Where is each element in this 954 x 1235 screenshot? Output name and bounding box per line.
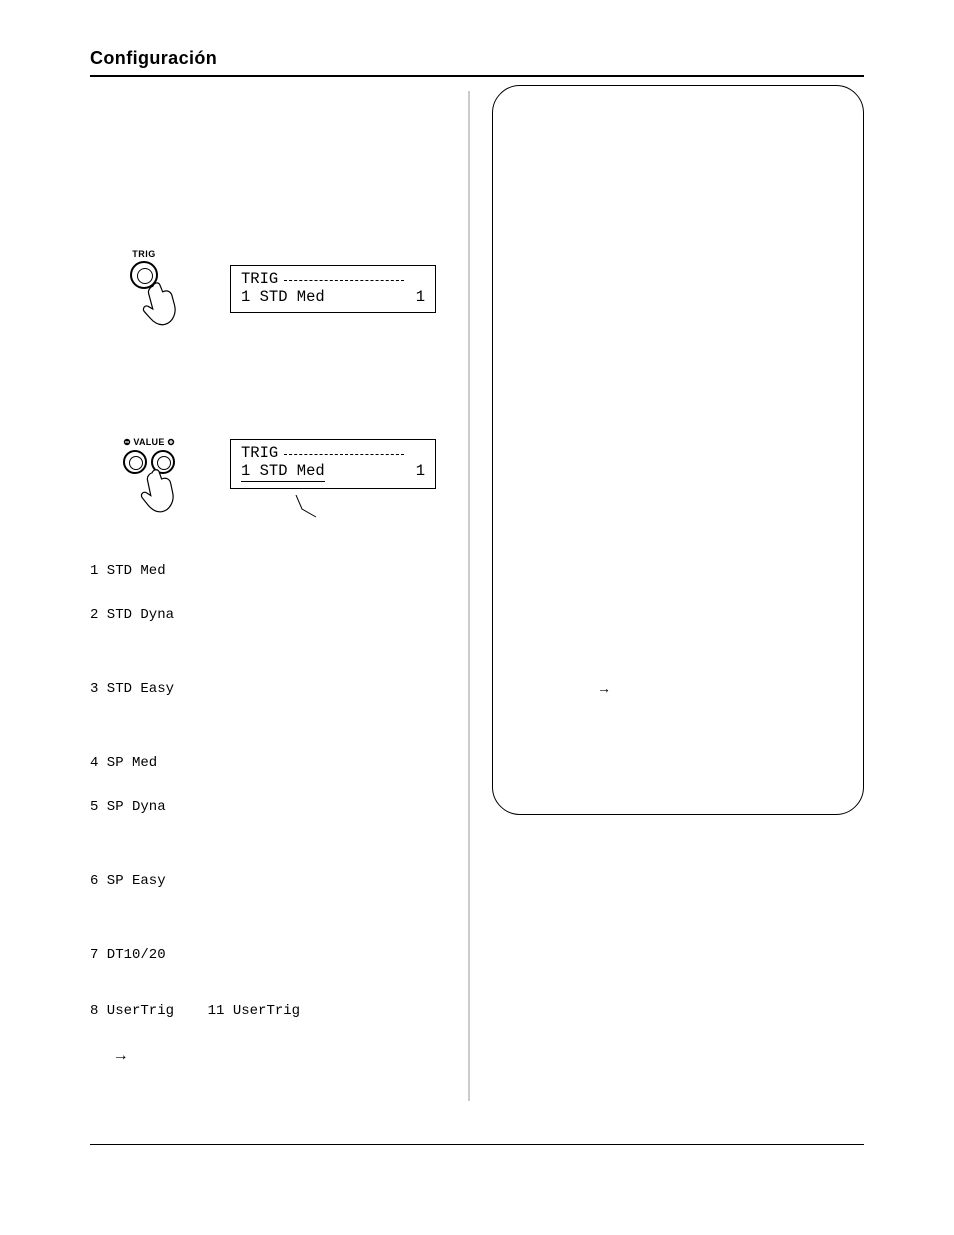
press-hand-icon xyxy=(140,281,180,329)
preset-item-1: 1 STD Med xyxy=(90,563,440,579)
lcd1-line2-right: 1 xyxy=(416,288,425,306)
value-step-block: VALUE TRIG 1 S xyxy=(90,417,440,567)
left-column: TRIG TRIG 1 STD Med 1 xyxy=(90,85,440,1105)
info-panel: → xyxy=(492,85,864,815)
lcd2-line2-left: 1 STD Med xyxy=(241,462,325,482)
lcd2-line2-right: 1 xyxy=(416,462,425,482)
value-label-text: VALUE xyxy=(133,437,164,447)
plus-icon xyxy=(167,438,175,446)
trig-button-illustration: TRIG xyxy=(118,249,170,329)
lcd1-line1: TRIG xyxy=(241,270,278,288)
lcd-display-2: TRIG 1 STD Med 1 xyxy=(230,439,436,489)
header-rule xyxy=(90,75,864,77)
content-area: TRIG TRIG 1 STD Med 1 xyxy=(90,85,864,1125)
lcd2-dashes xyxy=(284,451,404,455)
preset-item-7: 7 DT10/20 xyxy=(90,947,440,963)
value-buttons-label: VALUE xyxy=(104,437,194,447)
lcd2-cursor-pointer-line xyxy=(266,495,306,525)
press-hand-icon xyxy=(138,468,178,514)
lcd1-line2-left: 1 STD Med xyxy=(241,288,325,306)
preset-continue-arrow: → xyxy=(116,1047,440,1063)
footer-rule xyxy=(90,1144,864,1145)
preset-item-4: 4 SP Med xyxy=(90,755,440,771)
trig-button-label: TRIG xyxy=(118,249,170,259)
preset-item-3: 3 STD Easy xyxy=(90,681,440,697)
minus-icon xyxy=(123,438,131,446)
lcd1-dashes xyxy=(284,277,404,281)
preset-item-5: 5 SP Dyna xyxy=(90,799,440,815)
value-buttons-illustration: VALUE xyxy=(104,437,194,514)
preset-item-2: 2 STD Dyna xyxy=(90,607,440,623)
trig-step-block: TRIG TRIG 1 STD Med 1 xyxy=(90,249,440,369)
lcd2-line1: TRIG xyxy=(241,444,278,462)
panel-continue-arrow: → xyxy=(597,680,611,696)
preset-item-8-range: 8 UserTrig 11 UserTrig xyxy=(90,1003,440,1019)
section-header: Configuración xyxy=(90,48,864,69)
preset-8-start: 8 UserTrig xyxy=(90,1003,174,1019)
preset-8-end: 11 UserTrig xyxy=(208,1003,300,1019)
right-column: → xyxy=(492,85,864,1105)
column-divider xyxy=(468,91,470,1101)
lcd-display-1: TRIG 1 STD Med 1 xyxy=(230,265,436,313)
trigger-preset-list: 1 STD Med 2 STD Dyna 3 STD Easy 4 SP Med… xyxy=(90,563,440,1091)
preset-item-6: 6 SP Easy xyxy=(90,873,440,889)
